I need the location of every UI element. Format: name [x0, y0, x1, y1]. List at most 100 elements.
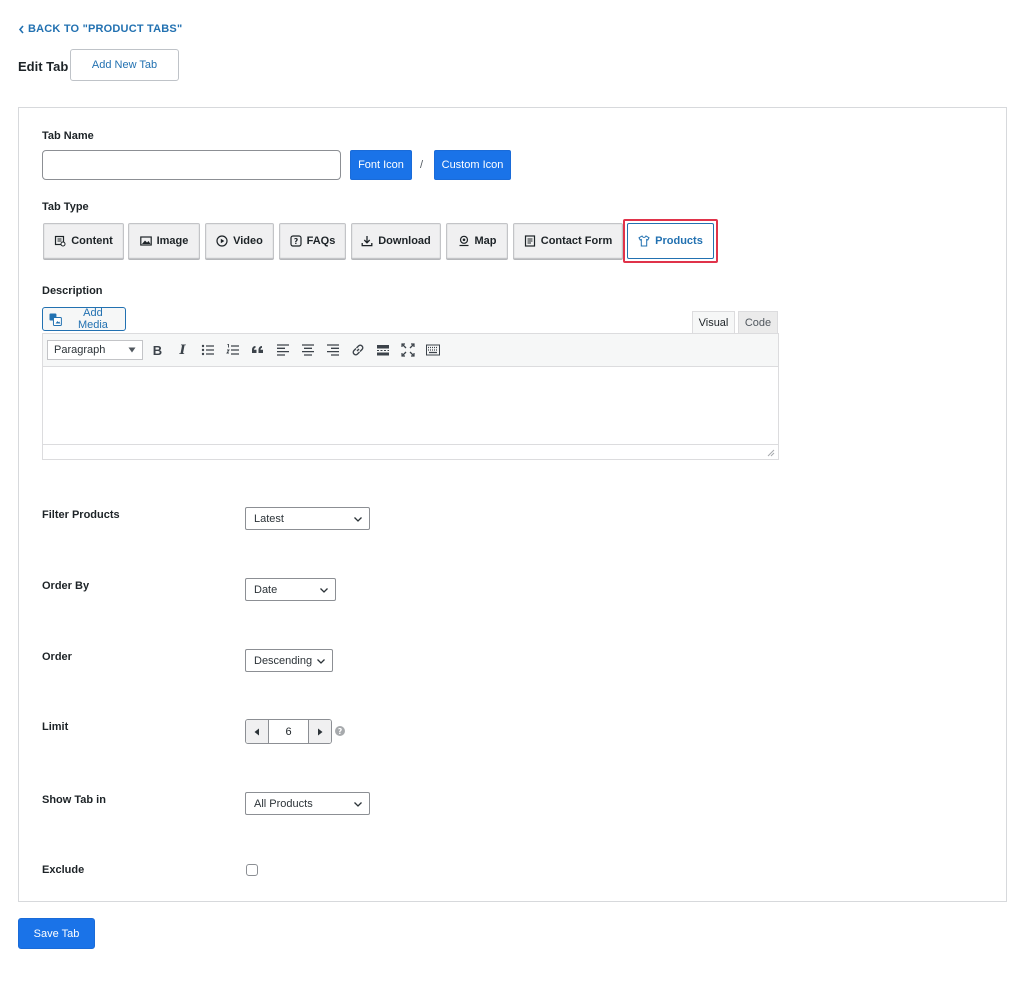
read-more-button[interactable] — [372, 339, 393, 361]
fullscreen-button[interactable] — [397, 339, 418, 361]
back-link[interactable]: BACK TO "PRODUCT TABS" — [18, 23, 182, 35]
align-left-icon — [276, 344, 289, 356]
show-tab-in-label: Show Tab in — [42, 794, 106, 806]
filter-products-select[interactable]: Latest — [245, 507, 370, 530]
tab-type-products-label: Products — [655, 235, 703, 247]
tab-type-content-button[interactable]: Content — [43, 223, 124, 259]
limit-increment-button[interactable] — [308, 720, 331, 743]
svg-text:?: ? — [338, 727, 342, 736]
chevron-down-icon — [320, 587, 328, 593]
add-media-label: Add Media — [77, 307, 108, 331]
numbered-list-button[interactable] — [222, 339, 243, 361]
add-media-button[interactable]: Add Media — [42, 307, 126, 331]
numbered-list-icon — [225, 344, 239, 355]
tab-type-contact-form-button[interactable]: Contact Form — [513, 223, 623, 259]
back-link-label: BACK TO "PRODUCT TABS" — [28, 23, 183, 35]
tab-type-image-label: Image — [156, 235, 189, 247]
chevron-down-icon — [354, 516, 362, 522]
read-more-icon — [376, 345, 389, 356]
custom-icon-button[interactable]: Custom Icon — [434, 150, 511, 180]
icon-separator: / — [420, 159, 424, 171]
help-icon[interactable]: ? — [335, 726, 345, 736]
align-right-icon — [326, 344, 339, 356]
tab-type-video-label: Video — [233, 235, 263, 247]
exclude-label: Exclude — [42, 864, 85, 876]
limit-label: Limit — [42, 721, 69, 733]
exclude-checkbox[interactable] — [246, 864, 258, 876]
align-right-button[interactable] — [322, 339, 343, 361]
align-center-button[interactable] — [297, 339, 318, 361]
caret-left-icon — [254, 728, 259, 735]
tab-type-products-button[interactable]: Products — [627, 223, 714, 259]
description-label: Description — [42, 285, 103, 297]
editor-tab-code[interactable]: Code — [738, 311, 778, 334]
form-icon — [524, 235, 535, 247]
bold-icon: B — [152, 342, 163, 358]
media-icon — [49, 313, 62, 326]
tab-type-faqs-button[interactable]: ? FAQs — [279, 223, 346, 259]
italic-button[interactable]: I — [172, 339, 193, 361]
filter-products-value: Latest — [254, 512, 284, 525]
editor-statusbar — [43, 444, 778, 459]
link-icon — [352, 344, 363, 356]
map-pin-icon — [459, 235, 468, 247]
bullet-list-button[interactable] — [197, 339, 218, 361]
order-by-label: Order By — [42, 580, 90, 592]
format-select-value: Paragraph — [54, 344, 106, 356]
tab-type-download-button[interactable]: Download — [351, 223, 441, 259]
bold-button[interactable]: B — [147, 339, 168, 361]
tab-type-map-button[interactable]: Map — [446, 223, 508, 259]
italic-icon: I — [179, 342, 186, 358]
link-button[interactable] — [347, 339, 368, 361]
svg-text:?: ? — [293, 237, 297, 246]
filter-products-label: Filter Products — [42, 509, 120, 521]
toolbar-toggle-icon — [425, 344, 440, 356]
question-icon: ? — [290, 235, 302, 247]
shirt-icon — [638, 235, 650, 247]
format-select[interactable]: Paragraph — [47, 340, 143, 360]
limit-decrement-button[interactable] — [246, 720, 269, 743]
tab-name-label: Tab Name — [42, 130, 94, 142]
tab-name-input[interactable] — [42, 150, 341, 180]
tab-type-faqs-label: FAQs — [306, 235, 336, 247]
order-by-value: Date — [254, 583, 278, 596]
chevron-down-icon — [354, 801, 362, 807]
blockquote-icon — [251, 346, 263, 353]
tab-type-label: Tab Type — [42, 201, 89, 213]
show-tab-in-value: All Products — [254, 797, 313, 810]
tab-type-map-label: Map — [474, 235, 497, 247]
align-left-button[interactable] — [272, 339, 293, 361]
tab-type-contact-form-label: Contact Form — [540, 235, 613, 247]
tab-type-image-button[interactable]: Image — [128, 223, 200, 259]
resize-grip-icon[interactable] — [765, 447, 775, 457]
chevron-left-icon — [18, 24, 24, 34]
limit-stepper — [245, 719, 332, 744]
play-icon — [216, 235, 228, 247]
tab-type-download-label: Download — [378, 235, 431, 247]
download-icon — [361, 236, 373, 247]
tab-type-video-button[interactable]: Video — [205, 223, 274, 259]
save-tab-button[interactable]: Save Tab — [18, 918, 95, 949]
tab-type-content-label: Content — [71, 235, 113, 247]
toolbar-toggle-button[interactable] — [422, 339, 443, 361]
font-icon-button[interactable]: Font Icon — [350, 150, 412, 180]
order-by-select[interactable]: Date — [245, 578, 336, 601]
fullscreen-icon — [400, 343, 415, 357]
page-title: Edit Tab — [18, 59, 69, 74]
content-icon — [55, 235, 66, 247]
editor-toolbar: Paragraph B I — [42, 333, 779, 367]
editor-tab-visual[interactable]: Visual — [692, 311, 735, 334]
order-label: Order — [42, 651, 72, 663]
limit-input[interactable] — [269, 720, 308, 743]
add-new-tab-button[interactable]: Add New Tab — [70, 49, 179, 81]
show-tab-in-select[interactable]: All Products — [245, 792, 370, 815]
image-icon — [139, 236, 152, 246]
caret-down-icon — [128, 347, 136, 353]
blockquote-button[interactable] — [247, 339, 268, 361]
caret-right-icon — [318, 728, 323, 735]
order-select[interactable]: Descending — [245, 649, 333, 672]
align-center-icon — [301, 344, 314, 356]
chevron-down-icon — [317, 658, 325, 664]
order-value: Descending — [254, 654, 313, 667]
bullet-list-icon — [201, 344, 214, 356]
